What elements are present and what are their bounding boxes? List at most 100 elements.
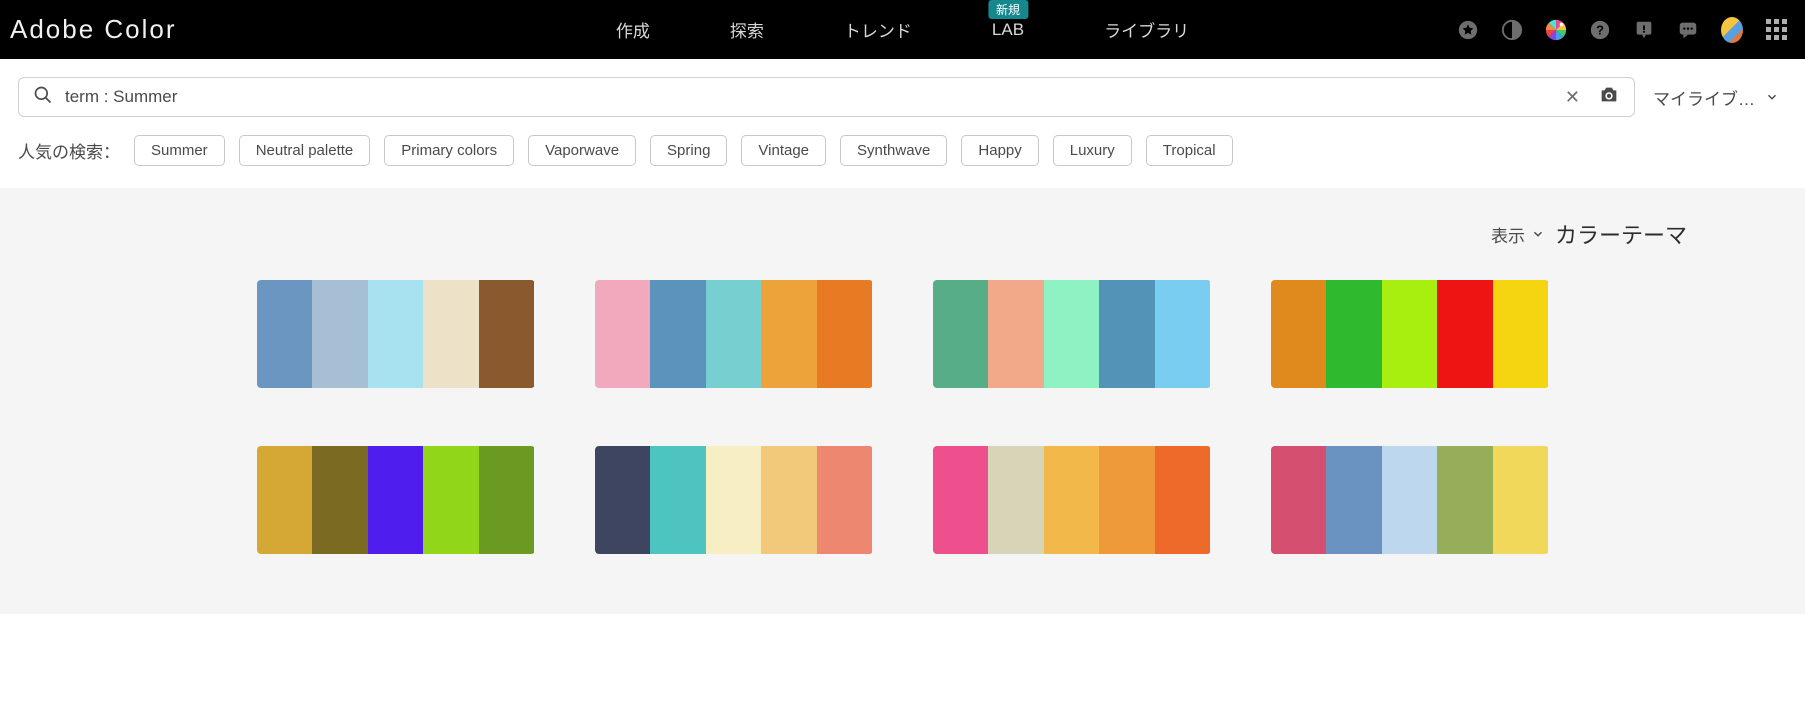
camera-icon[interactable] [1598,84,1620,111]
nav-item-label: 作成 [616,17,650,42]
palette-0[interactable] [257,280,535,388]
swatch [1493,446,1549,554]
help-icon[interactable]: ? [1589,19,1611,41]
star-icon[interactable] [1457,19,1479,41]
view-label: 表示 [1491,222,1525,247]
swatch [595,280,651,388]
palette-3[interactable] [1271,280,1549,388]
tag-vintage[interactable]: Vintage [741,135,826,166]
palette-6[interactable] [933,446,1211,554]
nav-item-label: 探索 [730,17,764,42]
swatch [1326,280,1382,388]
chevron-down-icon [1531,227,1545,241]
swatch [817,280,873,388]
results-area: 表示 カラーテーマ [0,188,1805,614]
tag-spring[interactable]: Spring [650,135,727,166]
swatch [1099,280,1155,388]
main-nav: 作成 探索 トレンド 新規LAB ライブラリ [576,0,1229,59]
avatar[interactable] [1721,19,1743,41]
palette-grid [18,280,1787,554]
tag-synthwave[interactable]: Synthwave [840,135,947,166]
swatch [1099,446,1155,554]
view-dropdown[interactable]: 表示 [1491,222,1545,247]
palette-5[interactable] [595,446,873,554]
swatch [368,446,424,554]
nav-item-label: ライブラリ [1104,17,1189,42]
chevron-down-icon [1765,90,1779,104]
palette-4[interactable] [257,446,535,554]
search-row: ✕ マイライブ… [0,59,1805,135]
popular-tags-row: 人気の検索： Summer Neutral palette Primary colo… [0,135,1805,188]
swatch [312,280,368,388]
tag-luxury[interactable]: Luxury [1053,135,1132,166]
swatch [706,446,762,554]
swatch [1382,280,1438,388]
swatch [257,280,313,388]
nav-item-2[interactable]: トレンド [804,0,952,59]
nav-badge: 新規 [988,0,1028,19]
search-icon [33,85,53,110]
swatch [988,280,1044,388]
swatch [1326,446,1382,554]
swatch [257,446,313,554]
swatch [1044,446,1100,554]
palette-1[interactable] [595,280,873,388]
color-wheel-icon[interactable] [1545,19,1567,41]
swatch [933,280,989,388]
tag-neutral-palette[interactable]: Neutral palette [239,135,371,166]
swatch [933,446,989,554]
swatch [423,446,479,554]
swatch [479,280,535,388]
swatch [988,446,1044,554]
app-switcher-icon[interactable] [1765,19,1787,41]
contrast-icon[interactable] [1501,19,1523,41]
results-title: カラーテーマ [1555,218,1687,250]
nav-item-0[interactable]: 作成 [576,0,690,59]
app-header: Adobe Color 作成 探索 トレンド 新規LAB ライブラリ ? [0,0,1805,59]
palette-7[interactable] [1271,446,1549,554]
swatch [368,280,424,388]
swatch [1437,446,1493,554]
swatch [1271,446,1327,554]
tag-tropical[interactable]: Tropical [1146,135,1233,166]
swatch [1437,280,1493,388]
tag-vaporwave[interactable]: Vaporwave [528,135,636,166]
swatch [312,446,368,554]
popular-tags-label: 人気の検索： [18,138,120,163]
search-input[interactable] [65,87,1547,107]
swatch [1155,280,1211,388]
app-logo[interactable]: Adobe Color [10,14,177,45]
tag-primary-colors[interactable]: Primary colors [384,135,514,166]
nav-item-1[interactable]: 探索 [690,0,804,59]
nav-item-label: LAB [992,20,1024,40]
nav-item-3[interactable]: 新規LAB [952,0,1064,59]
swatch [479,446,535,554]
swatch [1382,446,1438,554]
tag-summer[interactable]: Summer [134,135,225,166]
swatch [595,446,651,554]
header-icons: ? [1457,19,1787,41]
nav-item-label: トレンド [844,17,912,42]
results-header: 表示 カラーテーマ [18,218,1787,280]
swatch [1155,446,1211,554]
swatch [706,280,762,388]
announcement-icon[interactable] [1633,19,1655,41]
palette-2[interactable] [933,280,1211,388]
swatch [1493,280,1549,388]
search-box[interactable]: ✕ [18,77,1635,117]
swatch [650,280,706,388]
svg-text:?: ? [1596,22,1604,37]
nav-item-4[interactable]: ライブラリ [1064,0,1229,59]
clear-icon[interactable]: ✕ [1559,87,1586,108]
tag-happy[interactable]: Happy [961,135,1038,166]
swatch [650,446,706,554]
my-library-dropdown[interactable]: マイライブ… [1653,85,1787,110]
swatch [1044,280,1100,388]
swatch [761,446,817,554]
my-library-label: マイライブ… [1653,85,1755,110]
swatch [761,280,817,388]
feedback-icon[interactable] [1677,19,1699,41]
swatch [817,446,873,554]
swatch [423,280,479,388]
swatch [1271,280,1327,388]
